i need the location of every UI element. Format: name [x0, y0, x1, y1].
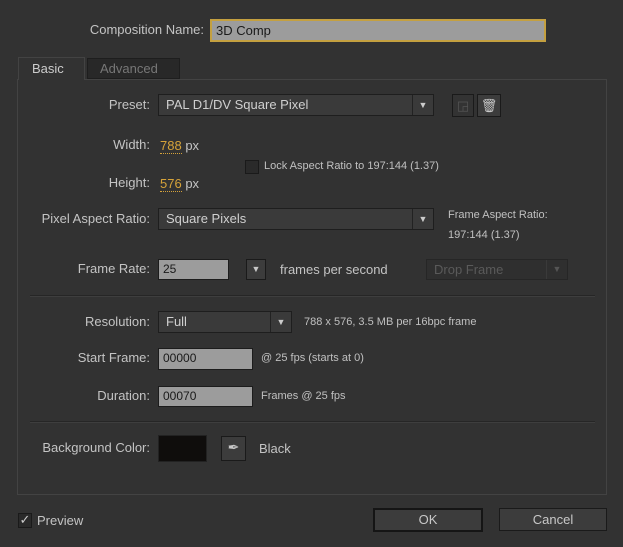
pixel-aspect-dropdown[interactable]: Square Pixels ▼ [158, 208, 434, 230]
save-preset-button[interactable]: ◲ [452, 94, 474, 117]
settings-panel [17, 79, 607, 495]
background-color-label: Background Color: [42, 440, 150, 455]
chevron-down-icon: ▼ [412, 209, 433, 229]
pixel-aspect-value: Square Pixels [166, 211, 247, 226]
preview-label: Preview [37, 513, 84, 528]
resolution-info: 788 x 576, 3.5 MB per 16bpc frame [304, 316, 477, 328]
divider [30, 295, 595, 297]
frame-aspect-label: Frame Aspect Ratio: [448, 209, 548, 221]
eyedropper-icon: ✒ [227, 439, 240, 455]
resolution-label: Resolution: [84, 314, 150, 329]
background-color-name: Black [259, 441, 291, 456]
composition-name-input[interactable]: 3D Comp [210, 19, 546, 42]
width-unit: px [185, 138, 200, 153]
preset-value: PAL D1/DV Square Pixel [166, 97, 309, 112]
tab-advanced[interactable]: Advanced [87, 58, 180, 79]
cancel-button[interactable]: Cancel [499, 508, 607, 531]
chevron-down-icon: ▼ [270, 312, 291, 332]
ok-button[interactable]: OK [373, 508, 483, 532]
chevron-down-icon: ▼ [251, 264, 261, 274]
drop-frame-value: Drop Frame [434, 262, 504, 277]
composition-name-label: Composition Name: [89, 22, 204, 37]
eyedropper-button[interactable]: ✒ [221, 436, 246, 461]
start-frame-info: @ 25 fps (starts at 0) [261, 352, 364, 364]
chevron-down-icon: ▼ [412, 95, 433, 115]
height-label: Height: [108, 175, 150, 190]
duration-label: Duration: [97, 388, 150, 403]
checkmark-icon: ✓ [19, 512, 31, 527]
height-unit: px [185, 176, 200, 191]
height-value[interactable]: 576 [160, 176, 182, 192]
background-color-swatch[interactable] [158, 435, 207, 462]
preset-dropdown[interactable]: PAL D1/DV Square Pixel ▼ [158, 94, 434, 116]
frame-rate-input[interactable]: 25 [158, 259, 229, 280]
frame-aspect-value: 197:144 (1.37) [448, 229, 520, 241]
divider [30, 421, 595, 423]
save-icon: ◲ [456, 98, 470, 113]
drop-frame-dropdown[interactable]: Drop Frame ▼ [426, 259, 568, 280]
duration-input[interactable]: 00070 [158, 386, 253, 407]
start-frame-label: Start Frame: [77, 350, 150, 365]
width-value[interactable]: 788 [160, 138, 182, 154]
preview-checkbox[interactable]: ✓ [18, 513, 32, 528]
delete-preset-button[interactable]: 🗑 [477, 94, 501, 117]
preset-label: Preset: [108, 97, 150, 112]
resolution-dropdown[interactable]: Full ▼ [158, 311, 292, 333]
pixel-aspect-label: Pixel Aspect Ratio: [41, 211, 150, 226]
start-frame-input[interactable]: 00000 [158, 348, 253, 370]
tab-basic[interactable]: Basic [18, 57, 85, 80]
width-label: Width: [113, 137, 150, 152]
frame-rate-label: Frame Rate: [77, 261, 150, 276]
chevron-down-icon: ▼ [546, 260, 567, 279]
resolution-value: Full [166, 314, 187, 329]
trash-icon: 🗑 [480, 98, 498, 113]
frame-rate-unit: frames per second [280, 262, 388, 277]
duration-info: Frames @ 25 fps [261, 390, 346, 402]
lock-aspect-label: Lock Aspect Ratio to 197:144 (1.37) [264, 160, 439, 172]
frame-rate-dropdown-button[interactable]: ▼ [246, 259, 266, 280]
lock-aspect-checkbox[interactable] [245, 160, 259, 174]
